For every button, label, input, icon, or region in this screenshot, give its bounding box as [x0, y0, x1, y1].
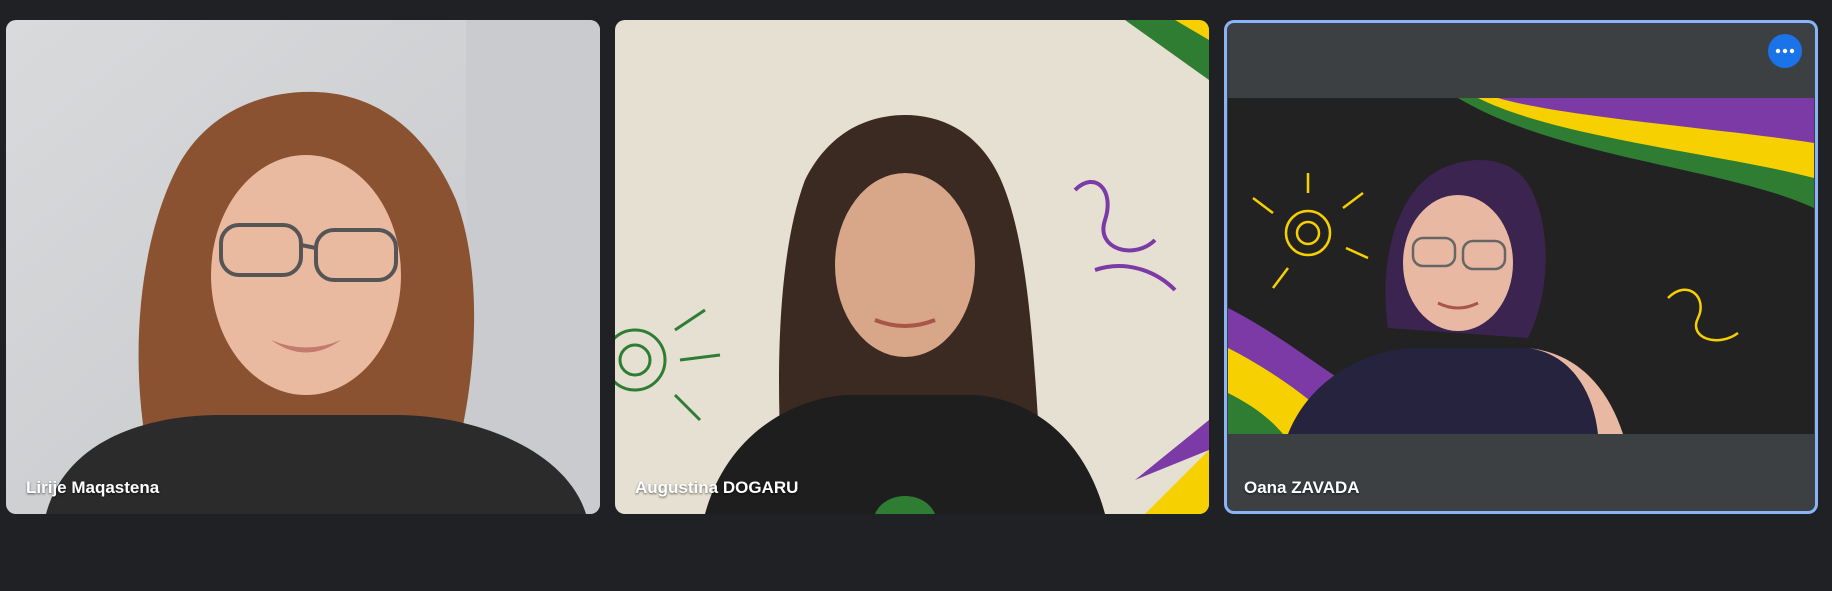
participant-tile-active[interactable]: Oana ZAVADA	[1224, 20, 1818, 514]
participant-video	[6, 20, 600, 514]
participant-name: Augustina DOGARU	[635, 478, 799, 497]
participant-name: Lirije Maqastena	[26, 478, 160, 497]
participant-name: Oana ZAVADA	[1244, 478, 1360, 497]
participant-video	[1228, 98, 1814, 434]
more-options-button[interactable]	[1768, 34, 1802, 68]
participant-tile[interactable]: Lirije Maqastena	[6, 20, 600, 514]
participant-video	[615, 20, 1209, 514]
participant-video-frame	[1228, 98, 1814, 434]
more-horizontal-icon	[1775, 48, 1795, 54]
meeting-stage: Lirije Maqastena Augustina DOGARU Oana Z…	[0, 0, 1832, 591]
participant-tile[interactable]: Augustina DOGARU	[615, 20, 1209, 514]
